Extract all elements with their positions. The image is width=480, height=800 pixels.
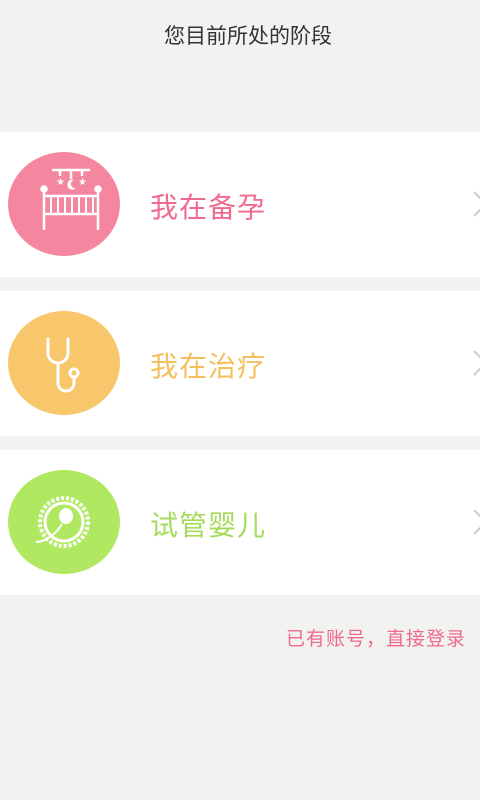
stage-option-preparing[interactable]: ★ ★ 我在备孕 — [0, 132, 480, 277]
chevron-right-icon — [473, 509, 480, 535]
chevron-right-icon — [473, 350, 480, 376]
stage-label: 我在治疗 — [150, 350, 267, 383]
stage-option-ivf[interactable]: 试管婴儿 — [0, 450, 480, 595]
stage-label: 试管婴儿 — [150, 509, 267, 542]
chevron-right-icon — [473, 191, 480, 217]
svg-text:★: ★ — [78, 177, 87, 188]
sperm-egg-icon — [8, 470, 120, 574]
login-link[interactable]: 已有账号，直接登录 — [286, 624, 466, 651]
crib-icon: ★ ★ — [8, 152, 120, 256]
stage-label: 我在备孕 — [150, 191, 267, 224]
stethoscope-icon — [8, 311, 120, 415]
svg-text:★: ★ — [56, 177, 65, 188]
stage-option-treatment[interactable]: 我在治疗 — [0, 291, 480, 436]
page-title: 您目前所处的阶段 — [164, 24, 332, 48]
